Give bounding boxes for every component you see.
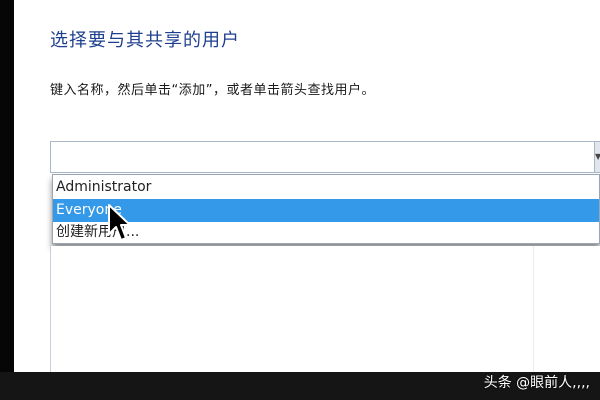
- screenshot-frame: 选择要与其共享的用户 键入名称，然后单击“添加”，或者单击箭头查找用户。 ▼ A…: [0, 0, 600, 400]
- dropdown-arrow-icon[interactable]: ▼: [594, 142, 600, 172]
- user-dropdown-list: Administrator Everyone 创建新用户...: [52, 174, 600, 244]
- dropdown-option-everyone[interactable]: Everyone: [53, 199, 599, 222]
- dropdown-option-create-new-user[interactable]: 创建新用户...: [53, 221, 599, 244]
- share-users-dialog: 选择要与其共享的用户 键入名称，然后单击“添加”，或者单击箭头查找用户。 ▼ A…: [14, 0, 600, 372]
- mouse-pointer-icon: [108, 204, 131, 241]
- user-name-combobox[interactable]: ▼: [50, 141, 600, 173]
- dialog-heading: 选择要与其共享的用户: [50, 30, 240, 51]
- list-column-divider: [533, 246, 534, 372]
- window-edge: [0, 0, 14, 372]
- user-name-input[interactable]: [53, 144, 593, 170]
- dialog-instruction: 键入名称，然后单击“添加”，或者单击箭头查找用户。: [50, 83, 375, 98]
- shared-users-list: [50, 246, 600, 372]
- watermark-text: 头条 @眼前人,,,,: [483, 375, 590, 391]
- dropdown-option-administrator[interactable]: Administrator: [53, 176, 599, 199]
